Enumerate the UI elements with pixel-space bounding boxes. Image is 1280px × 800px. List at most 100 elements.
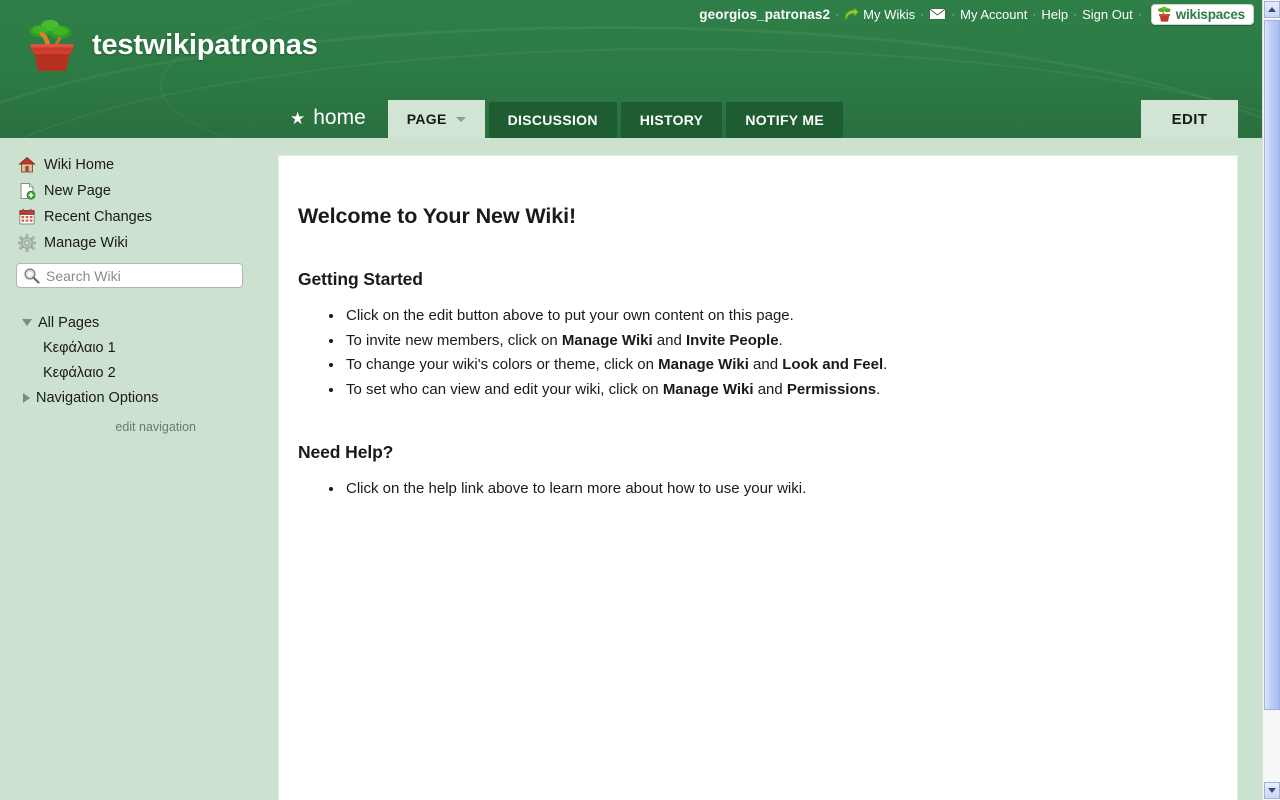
calendar-icon xyxy=(18,208,36,226)
list-item-emphasis: Invite People xyxy=(686,331,779,349)
sidebar-item-label: Manage Wiki xyxy=(44,235,128,251)
tab-history-label: HISTORY xyxy=(639,112,704,128)
list-item: To set who can view and edit your wiki, … xyxy=(344,378,1203,403)
separator: · xyxy=(835,7,840,21)
chevron-down-icon xyxy=(1268,788,1276,793)
my-account-link[interactable]: My Account xyxy=(960,7,1027,22)
page-tree: All Pages Κεφάλαιο 1 Κεφάλαιο 2 Navigati… xyxy=(0,310,278,434)
scrollbar-thumb[interactable] xyxy=(1264,20,1280,710)
triangle-down-icon[interactable] xyxy=(22,319,32,326)
edit-navigation-link[interactable]: edit navigation xyxy=(0,420,196,434)
list-item-emphasis: Look and Feel xyxy=(782,356,884,373)
page-content: Welcome to Your New Wiki! Getting Starte… xyxy=(278,155,1238,800)
separator: · xyxy=(1137,7,1142,21)
list-item: Click on the edit button above to put yo… xyxy=(344,304,1203,329)
separator: · xyxy=(1032,7,1037,21)
username-label: georgios_patronas2 xyxy=(699,6,831,22)
separator: · xyxy=(951,7,956,21)
edit-button-label: EDIT xyxy=(1171,110,1208,128)
need-help-list: Click on the help link above to learn mo… xyxy=(298,477,1203,502)
tree-item-all-pages[interactable]: All Pages xyxy=(0,310,278,335)
tab-page[interactable]: PAGE xyxy=(387,100,485,138)
separator: · xyxy=(920,7,925,21)
sidebar-item-label: Wiki Home xyxy=(44,157,115,173)
edit-button[interactable]: EDIT xyxy=(1141,100,1238,138)
sidebar-item-wiki-home[interactable]: Wiki Home xyxy=(0,152,278,178)
curved-arrow-icon xyxy=(844,7,860,21)
tree-item-label: Navigation Options xyxy=(36,389,159,406)
plant-pot-icon xyxy=(1157,6,1172,22)
chevron-up-icon xyxy=(1268,7,1276,12)
list-item-emphasis: Manage Wiki xyxy=(658,356,749,373)
list-item-emphasis: Permissions xyxy=(786,380,877,398)
envelope-icon[interactable] xyxy=(929,8,947,20)
site-header: georgios_patronas2 · My Wikis · · My Acc… xyxy=(0,0,1262,138)
tree-item-label: Κεφάλαιο 1 xyxy=(43,339,116,356)
sidebar-item-label: Recent Changes xyxy=(44,209,153,225)
home-icon xyxy=(18,156,36,174)
my-wikis-link[interactable]: My Wikis xyxy=(863,7,915,22)
star-icon: ★ xyxy=(290,108,306,128)
main-tab-bar: ★ home PAGE DISCUSSION HISTORY NOTIFY ME xyxy=(276,98,843,138)
sidebar: Wiki Home New Page Recent Changes Manage… xyxy=(0,138,278,800)
list-item: To invite new members, click on Manage W… xyxy=(344,329,1203,354)
section-heading-getting-started: Getting Started xyxy=(298,269,423,289)
tree-item-navigation-options[interactable]: Navigation Options xyxy=(0,385,278,410)
page-viewport: georgios_patronas2 · My Wikis · · My Acc… xyxy=(0,0,1262,800)
list-item-text: To change your wiki's colors or theme, c… xyxy=(346,356,659,373)
tab-discussion[interactable]: DISCUSSION xyxy=(488,102,617,138)
tab-history[interactable]: HISTORY xyxy=(620,102,723,138)
search-input[interactable] xyxy=(16,263,243,288)
list-item-emphasis: Manage Wiki xyxy=(662,380,754,398)
tree-item-label: Κεφάλαιο 2 xyxy=(43,364,116,381)
vertical-scrollbar[interactable] xyxy=(1262,0,1280,800)
tree-item-kefalaio-1[interactable]: Κεφάλαιο 1 xyxy=(0,335,278,360)
new-page-icon xyxy=(18,182,36,200)
list-item-text: and xyxy=(748,356,783,373)
separator: · xyxy=(1073,7,1078,21)
plant-pot-icon xyxy=(26,18,78,72)
list-item-text: and xyxy=(753,380,787,398)
search-box[interactable] xyxy=(16,263,243,288)
browser-page: georgios_patronas2 · My Wikis · · My Acc… xyxy=(0,0,1280,800)
list-item-text: Click on the help link above to learn mo… xyxy=(346,480,807,497)
sidebar-item-label: New Page xyxy=(44,183,111,199)
wiki-title-block[interactable]: testwikipatronas xyxy=(26,18,318,72)
list-item-emphasis: Manage Wiki xyxy=(561,331,653,349)
list-item-text: To set who can view and edit your wiki, … xyxy=(346,380,663,398)
tab-notify-me[interactable]: NOTIFY ME xyxy=(726,102,843,138)
list-item-text: and xyxy=(652,331,687,349)
tab-home-label: home xyxy=(313,106,366,129)
list-item: To change your wiki's colors or theme, c… xyxy=(344,353,1203,378)
tree-item-kefalaio-2[interactable]: Κεφάλαιο 2 xyxy=(0,360,278,385)
tree-item-label: All Pages xyxy=(38,314,100,331)
gear-icon xyxy=(18,234,36,252)
list-item-text: . xyxy=(883,356,888,373)
help-link[interactable]: Help xyxy=(1041,7,1068,22)
chevron-down-icon[interactable] xyxy=(455,116,466,122)
list-item-text: To invite new members, click on xyxy=(346,331,562,349)
triangle-right-icon[interactable] xyxy=(23,392,30,403)
page-title: Welcome to Your New Wiki! xyxy=(298,204,577,228)
sidebar-item-new-page[interactable]: New Page xyxy=(0,178,278,204)
sidebar-item-recent-changes[interactable]: Recent Changes xyxy=(0,204,278,230)
sign-out-link[interactable]: Sign Out xyxy=(1082,7,1133,22)
scroll-up-button[interactable] xyxy=(1264,1,1280,18)
list-item: Click on the help link above to learn mo… xyxy=(344,477,1203,502)
content-area-wrapper: Welcome to Your New Wiki! Getting Starte… xyxy=(278,138,1262,800)
list-item-text: Click on the edit button above to put yo… xyxy=(346,307,794,324)
tab-home[interactable]: ★ home xyxy=(276,98,388,138)
wiki-title: testwikipatronas xyxy=(92,28,318,61)
top-utility-bar: georgios_patronas2 · My Wikis · · My Acc… xyxy=(699,0,1254,28)
getting-started-list: Click on the edit button above to put yo… xyxy=(298,304,1203,402)
tab-page-label: PAGE xyxy=(406,111,447,127)
tab-notify-me-label: NOTIFY ME xyxy=(745,112,824,128)
wikispaces-logo[interactable]: wikispaces xyxy=(1150,3,1254,25)
wikispaces-logo-text: wikispaces xyxy=(1175,6,1246,22)
tab-discussion-label: DISCUSSION xyxy=(507,112,598,128)
section-heading-need-help: Need Help? xyxy=(298,442,394,462)
scroll-down-button[interactable] xyxy=(1264,782,1280,799)
list-item-text: . xyxy=(876,380,881,398)
sidebar-item-manage-wiki[interactable]: Manage Wiki xyxy=(0,230,278,256)
page-body: Wiki Home New Page Recent Changes Manage… xyxy=(0,138,1262,800)
